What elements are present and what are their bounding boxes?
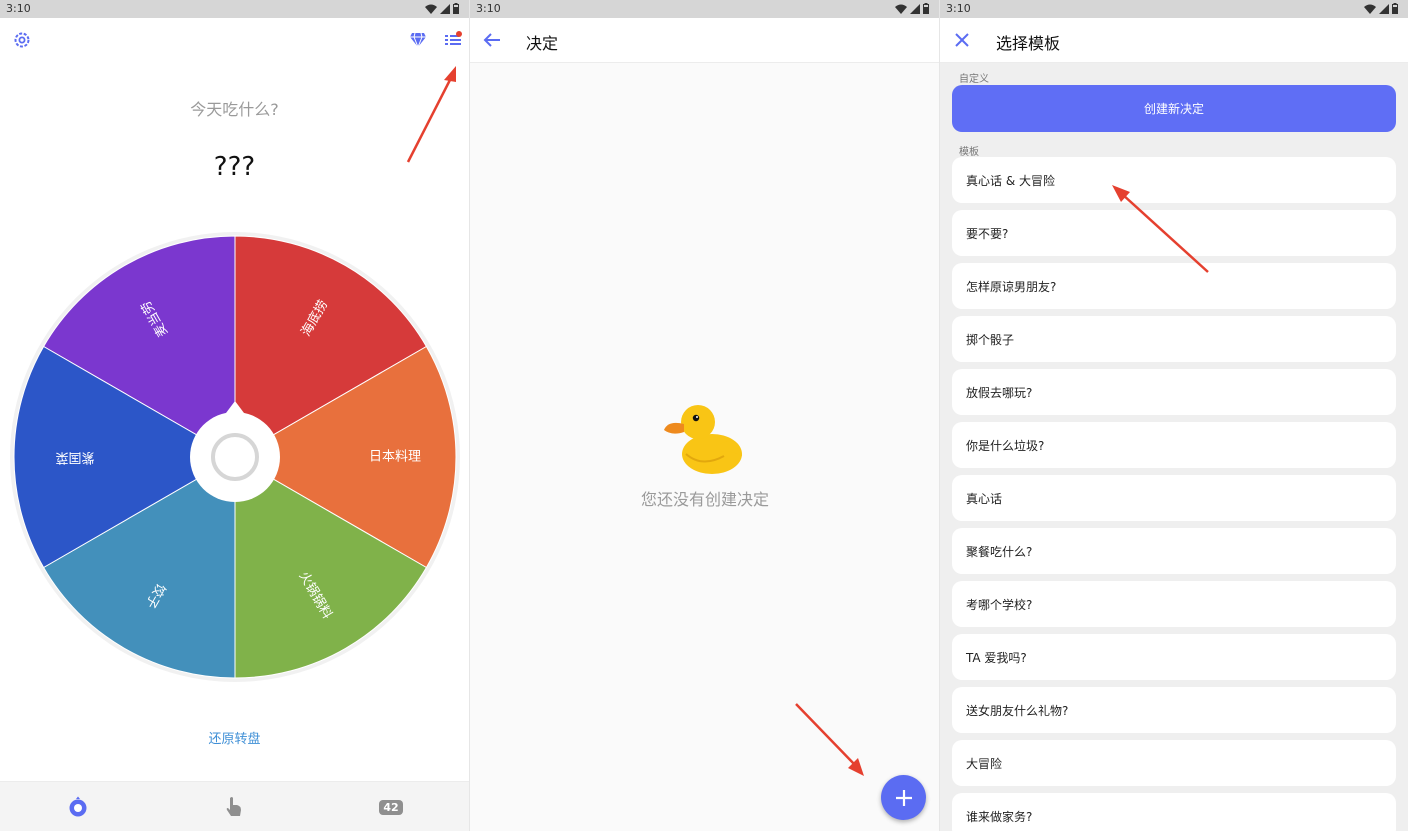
back-arrow-icon[interactable] <box>480 28 504 52</box>
template-item[interactable]: 大冒险 <box>952 740 1396 786</box>
status-icons <box>425 3 459 14</box>
custom-section-label: 自定义 <box>959 74 989 85</box>
decisions-appbar: 决定 <box>470 18 939 63</box>
decisions-screen: 3:10 决定 您还没有创建决定 <box>469 0 939 831</box>
template-item[interactable]: 怎样原谅男朋友? <box>952 263 1396 309</box>
signal-icon <box>1379 3 1389 14</box>
template-item[interactable]: 放假去哪玩? <box>952 369 1396 415</box>
template-item[interactable]: 真心话 & 大冒险 <box>952 157 1396 203</box>
empty-state-text: 您还没有创建决定 <box>640 490 769 509</box>
template-appbar: 选择模板 <box>940 18 1408 63</box>
template-section-label: 模板 <box>959 147 979 158</box>
status-bar: 3:10 <box>470 0 939 18</box>
template-item[interactable]: 聚餐吃什么? <box>952 528 1396 574</box>
diamond-icon[interactable] <box>406 28 430 52</box>
annotation-arrow <box>795 703 864 776</box>
wheel-answer: ??? <box>213 152 256 182</box>
wheel-toolbar <box>0 28 469 54</box>
template-item[interactable]: 你是什么垃圾? <box>952 422 1396 468</box>
wheel-question: 今天吃什么? <box>190 100 279 119</box>
wifi-icon <box>425 4 437 14</box>
wheel-screen: 3:10 今天吃什么? ??? 麦当劳 海底捞 日本料理 火锅锅料 饺子 紫国菜… <box>0 0 469 831</box>
plus-icon <box>895 789 912 806</box>
status-time: 3:10 <box>946 2 971 15</box>
settings-gear-icon[interactable] <box>10 28 34 52</box>
status-icons <box>1364 3 1398 14</box>
template-list: 真心话 & 大冒险 要不要? 怎样原谅男朋友? 掷个骰子放假去哪玩? 你是什么垃圾? 真心… <box>952 157 1396 831</box>
signal-icon <box>910 3 920 14</box>
page-title: 选择模板 <box>996 34 1061 53</box>
status-bar: 3:10 <box>940 0 1408 18</box>
wifi-icon <box>1364 4 1376 14</box>
wheel-spin-button[interactable] <box>190 412 280 502</box>
template-item[interactable]: 掷个骰子 <box>952 316 1396 362</box>
duck-icon <box>664 405 742 474</box>
create-decision-button[interactable]: 创建新决定 <box>952 85 1396 132</box>
decision-wheel[interactable]: 麦当劳 海底捞 日本料理 火锅锅料 饺子 紫国菜 <box>10 232 460 682</box>
nav-wheel-icon[interactable] <box>63 794 93 820</box>
battery-icon <box>1392 3 1398 14</box>
wifi-icon <box>895 4 907 14</box>
template-item[interactable]: 要不要? <box>952 210 1396 256</box>
template-item[interactable]: 真心话 <box>952 475 1396 521</box>
template-item[interactable]: 送女朋友什么礼物? <box>952 687 1396 733</box>
battery-icon <box>923 3 929 14</box>
status-time: 3:10 <box>6 2 31 15</box>
template-item[interactable]: 谁来做家务? <box>952 793 1396 831</box>
add-decision-button[interactable] <box>881 775 926 820</box>
status-time: 3:10 <box>476 2 501 15</box>
wheel-segment-label: 紫国菜 <box>55 450 94 465</box>
template-item[interactable]: TA 爱我吗? <box>952 634 1396 680</box>
bottom-nav: 42 <box>0 781 469 831</box>
status-icons <box>895 3 929 14</box>
nav-counter-badge: 42 <box>379 799 403 815</box>
reset-wheel-link[interactable]: 还原转盘 <box>0 728 469 747</box>
wheel-segment-label: 日本料理 <box>369 450 421 465</box>
page-title: 决定 <box>526 34 559 53</box>
close-icon[interactable] <box>950 28 974 52</box>
list-menu-icon[interactable] <box>441 28 465 52</box>
nav-finger-tap-icon[interactable] <box>219 794 249 820</box>
signal-icon <box>440 3 450 14</box>
template-item[interactable]: 考哪个学校? <box>952 581 1396 627</box>
empty-state <box>470 398 939 482</box>
template-screen: 3:10 选择模板 自定义 创建新决定 模板 真心话 & 大冒险 要不要? 怎样原谅… <box>939 0 1408 831</box>
status-bar: 3:10 <box>0 0 469 18</box>
battery-icon <box>453 3 459 14</box>
nav-counter[interactable]: 42 <box>375 794 407 820</box>
